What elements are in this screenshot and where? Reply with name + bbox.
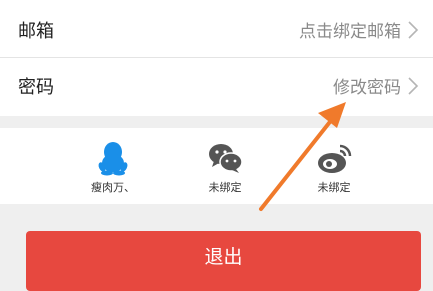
wechat-binding[interactable]: 未绑定 — [180, 128, 270, 204]
email-row[interactable]: 邮箱 点击绑定邮箱 — [0, 2, 433, 58]
qq-icon — [98, 142, 128, 176]
logout-button[interactable]: 退出 — [26, 231, 421, 291]
weibo-binding[interactable]: 未绑定 — [289, 128, 379, 204]
weibo-icon — [318, 144, 352, 173]
password-label: 密码 — [18, 77, 54, 98]
change-password-link[interactable]: 修改密码 — [333, 73, 401, 98]
chevron-right-icon — [408, 21, 419, 39]
wechat-binding-label: 未绑定 — [208, 181, 242, 194]
email-bind-link[interactable]: 点击绑定邮箱 — [299, 17, 401, 42]
wechat-icon — [209, 144, 243, 173]
social-binding-group: 瘦肉万、 未绑定 未绑定 — [0, 128, 433, 204]
chevron-right-icon — [408, 77, 419, 95]
qq-binding-label: 瘦肉万、 — [91, 181, 135, 194]
qq-binding[interactable]: 瘦肉万、 — [68, 128, 158, 204]
password-row[interactable]: 密码 修改密码 — [0, 58, 433, 114]
account-settings-group: 邮箱 点击绑定邮箱 密码 修改密码 — [0, 0, 433, 116]
weibo-binding-label: 未绑定 — [317, 181, 351, 194]
email-label: 邮箱 — [18, 21, 54, 42]
